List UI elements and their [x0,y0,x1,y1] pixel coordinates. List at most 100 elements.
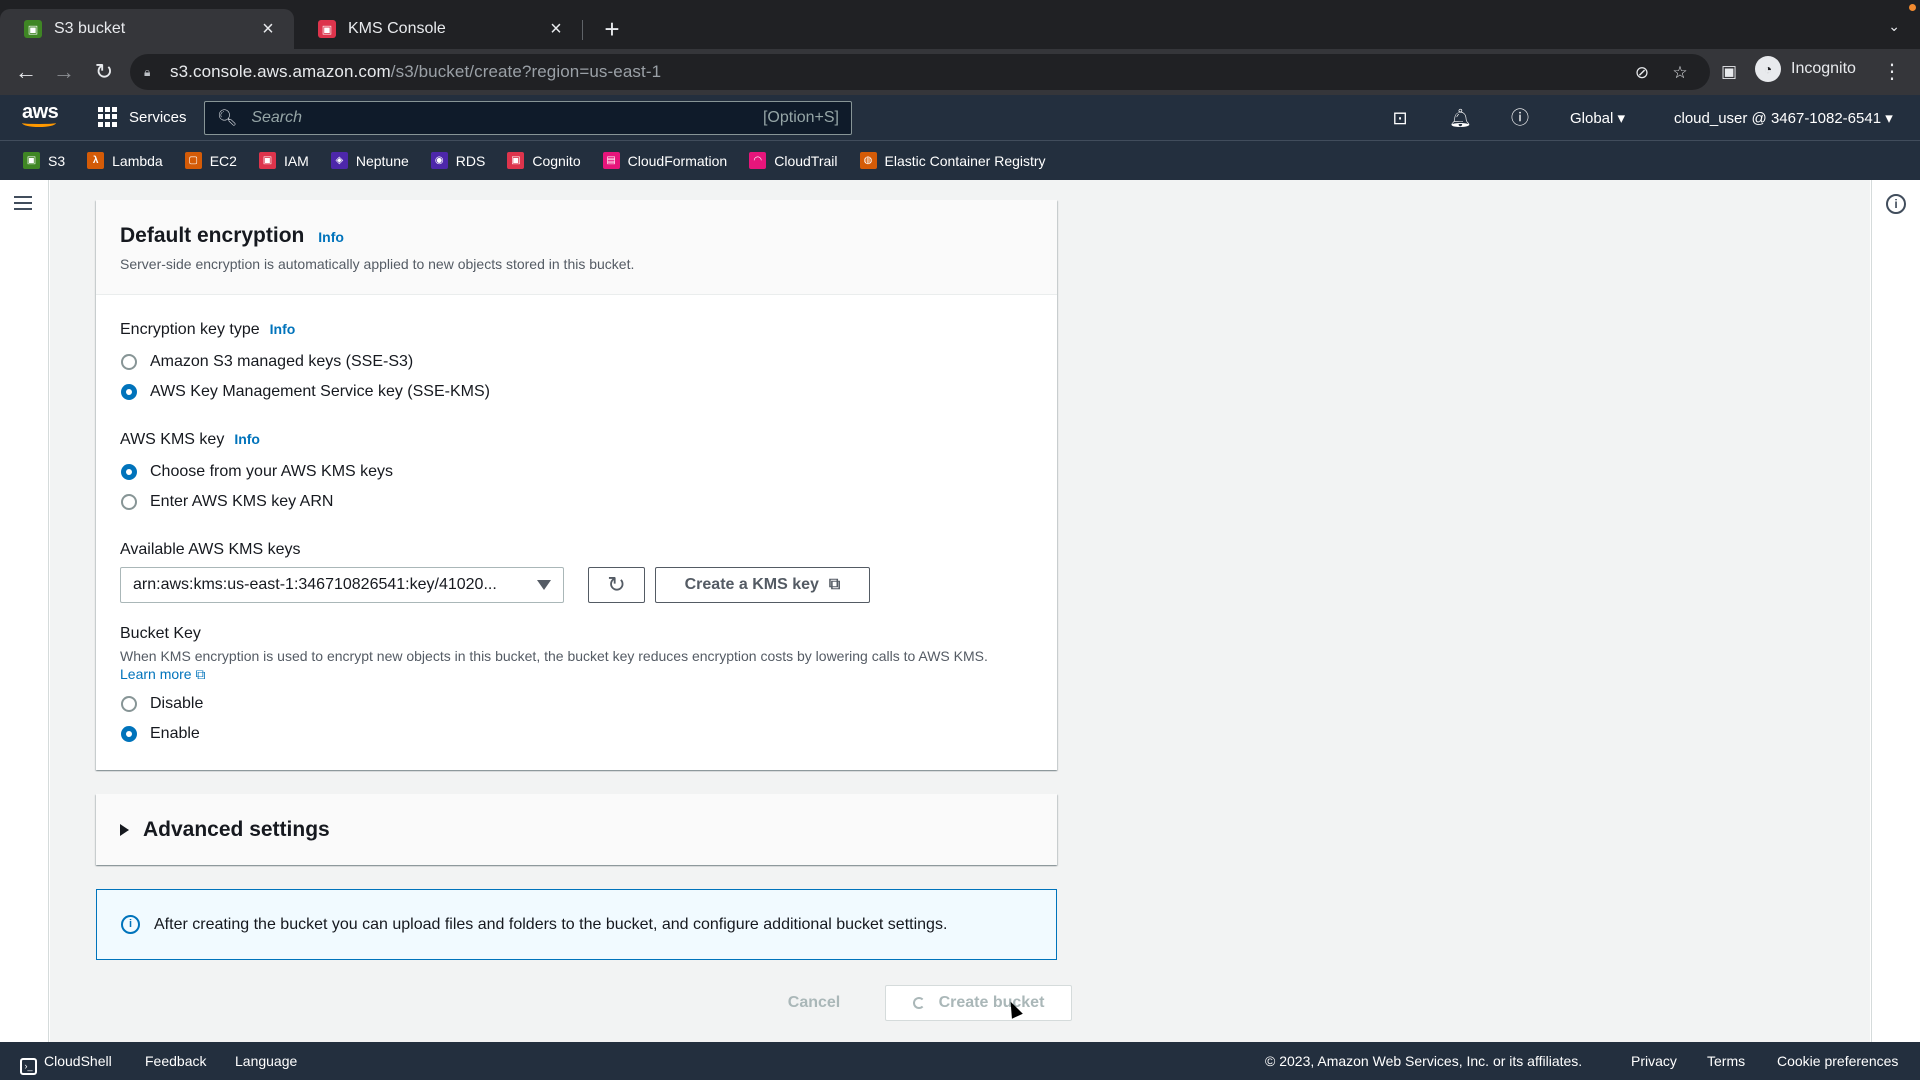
radio-button[interactable] [121,354,137,370]
tab-s3-bucket[interactable]: ▣ S3 bucket × [0,9,294,49]
radio-button[interactable] [121,384,137,400]
language-link[interactable]: Language [235,1053,297,1069]
button-label: Create bucket [938,994,1045,1011]
help-icon[interactable]: ⓘ [1509,107,1531,129]
account-menu[interactable]: cloud_user @ 3467-1082-6541 ▾ [1674,109,1893,127]
star-icon[interactable]: ☆ [1670,63,1690,83]
learn-more-link[interactable]: Learn more ⧉ [120,666,205,682]
radio-sse-s3[interactable]: Amazon S3 managed keys (SSE-S3) [120,347,1033,377]
favorite-neptune[interactable]: ◈ Neptune [330,152,409,169]
search-input[interactable]: 🔍︎ Search [Option+S] [204,101,852,135]
radio-button[interactable] [121,494,137,510]
panel-title: Default encryption [120,224,305,247]
terms-link[interactable]: Terms [1707,1053,1745,1069]
new-tab-icon[interactable]: + [600,16,624,42]
forward-icon[interactable]: → [52,60,76,84]
advanced-settings-expander[interactable]: Advanced settings [96,794,1057,865]
select-value: arn:aws:kms:us-east-1:346710826541:key/4… [133,576,497,593]
browser-menu-icon[interactable]: ⋮ [1882,60,1902,84]
cancel-button[interactable]: Cancel [774,985,854,1021]
bucket-key-options: Disable Enable [120,689,1033,749]
radio-disable[interactable]: Disable [120,689,1033,719]
feedback-link[interactable]: Feedback [145,1053,206,1069]
url-path: /s3/bucket/create?region=us-east-1 [390,62,662,81]
radio-enter-kms-arn[interactable]: Enter AWS KMS key ARN [120,487,1033,517]
favorites-bar: ▣ S3 λ Lambda ▢ EC2 ▣ IAM ◈ Neptune ◉ RDS ▣ Cog… [0,140,1920,180]
radio-sse-kms[interactable]: AWS Key Management Service key (SSE-KMS) [120,377,1033,407]
info-alert: i After creating the bucket you can uplo… [96,889,1057,960]
refresh-icon: ↻ [607,572,626,597]
close-icon[interactable]: × [546,18,566,40]
refresh-button[interactable]: ↻ [588,567,645,603]
tab-kms-console[interactable]: ▣ KMS Console × [294,9,582,49]
bucket-key-group: Bucket Key When KMS encryption is used t… [120,625,1033,749]
favorite-rds[interactable]: ◉ RDS [430,152,485,169]
bell-icon[interactable]: 🔔︎ [1449,107,1472,129]
cloudformation-icon: ▤ [602,152,620,169]
panel-description: Server-side encryption is automatically … [120,256,635,272]
favorite-ec2[interactable]: ▢ EC2 [184,152,237,169]
advanced-settings-title: Advanced settings [143,817,330,841]
favorite-s3[interactable]: ▣ S3 [23,152,65,169]
info-link[interactable]: Info [318,229,344,245]
kms-key-select[interactable]: arn:aws:kms:us-east-1:346710826541:key/4… [120,567,564,603]
radio-enable[interactable]: Enable [120,719,1033,749]
cookie-preferences-link[interactable]: Cookie preferences [1777,1053,1898,1069]
hamburger-menu-icon[interactable] [14,196,32,210]
tab-search-chevron-icon[interactable]: ⌄ [1888,18,1900,35]
grid-icon [98,107,118,127]
aws-logo[interactable]: aws [22,101,62,131]
cloudshell-link[interactable]: ›_ CloudShell [20,1053,112,1075]
reload-icon[interactable]: ↻ [92,60,116,84]
cloudshell-icon[interactable]: ⊡ [1389,107,1411,129]
radio-button[interactable] [121,696,137,712]
favorite-cloudformation[interactable]: ▤ CloudFormation [602,152,728,169]
default-encryption-panel: Default encryption Info Server-side encr… [96,200,1057,770]
tab-title: KMS Console [348,20,446,37]
services-menu[interactable]: Services [98,107,187,127]
favorite-label: S3 [48,152,66,169]
favorite-iam[interactable]: ▣ IAM [258,152,309,169]
cognito-icon: ▣ [507,152,525,169]
aws-logo-text: aws [22,101,59,123]
privacy-link[interactable]: Privacy [1631,1053,1677,1069]
favorite-lambda[interactable]: λ Lambda [87,152,163,169]
favorite-label: Lambda [112,152,163,169]
info-icon: i [121,915,140,934]
caret-right-icon [120,823,129,836]
favorite-cloudtrail[interactable]: ◠ CloudTrail [749,152,838,169]
tab-separator [582,20,583,40]
close-icon[interactable]: × [258,18,278,40]
browser-tab-strip: ▣ S3 bucket × ▣ KMS Console × + ⌄ [0,0,1920,49]
url-text: s3.console.aws.amazon.com/s3/bucket/crea… [170,62,661,82]
panel-body: Encryption key type Info Amazon S3 manage… [96,295,1057,789]
create-bucket-button[interactable]: Create bucket [885,985,1072,1021]
info-panel-icon[interactable]: i [1886,194,1906,214]
radio-choose-kms-keys[interactable]: Choose from your AWS KMS keys [120,457,1033,487]
create-kms-key-button[interactable]: Create a KMS key ⧉ [655,567,870,603]
favorite-cognito[interactable]: ▣ Cognito [507,152,581,169]
side-panel-icon[interactable]: ▣ [1719,62,1739,82]
radio-button[interactable] [121,464,137,480]
form-actions: Cancel Create bucket [96,985,1072,1021]
region-selector[interactable]: Global ▾ [1570,109,1625,127]
info-link[interactable]: Info [234,431,260,447]
search-shortcut: [Option+S] [762,109,839,126]
address-bar[interactable]: 🔒︎ s3.console.aws.amazon.com/s3/bucket/c… [130,54,1710,90]
recording-dot-icon [1909,4,1916,11]
incognito-icon: ◔ [1755,56,1781,82]
favorite-label: CloudFormation [627,152,728,169]
eye-slash-icon[interactable]: ⊘ [1632,63,1652,83]
kms-key-group: AWS KMS key Info Choose from your AWS KMS… [120,431,1033,517]
radio-label: Enable [150,725,200,742]
incognito-profile[interactable]: ◔ Incognito [1755,56,1856,82]
favorite-label: Neptune [355,152,409,169]
caret-down-icon: ▾ [1617,110,1626,127]
radio-button[interactable] [121,726,137,742]
favorite-ecr[interactable]: ◍ Elastic Container Registry [859,152,1046,169]
lock-icon: 🔒︎ [144,65,151,79]
iam-icon: ▣ [258,152,276,169]
info-link[interactable]: Info [270,321,296,337]
back-icon[interactable]: ← [14,60,38,84]
encryption-key-type-group: Encryption key type Info Amazon S3 manage… [120,321,1033,407]
